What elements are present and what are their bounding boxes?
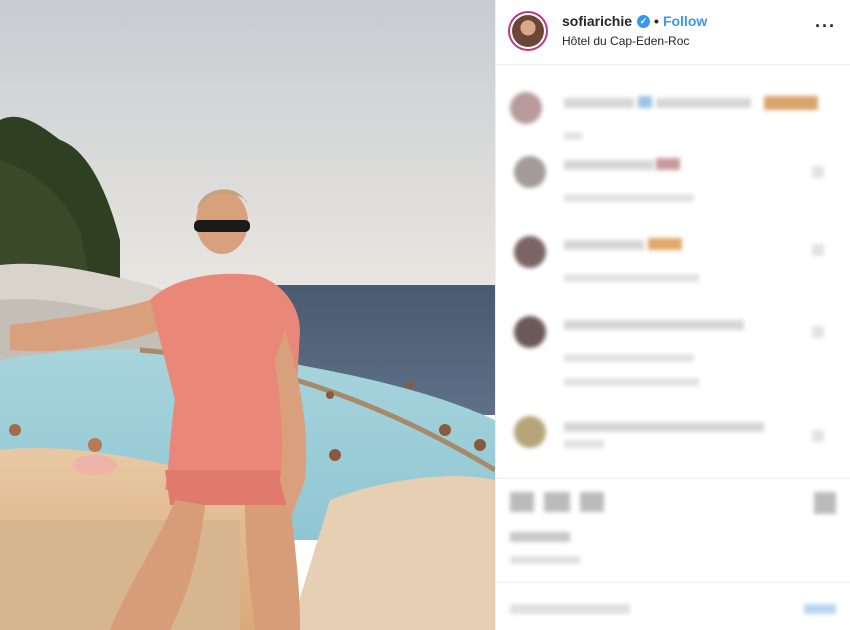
comment-text-placeholder bbox=[656, 158, 680, 170]
like-icon[interactable] bbox=[812, 244, 824, 256]
username[interactable]: sofiarichie bbox=[562, 13, 632, 29]
post-header: sofiarichie ✓ • Follow Hôtel du Cap-Eden… bbox=[496, 0, 850, 65]
comment-avatar[interactable] bbox=[514, 156, 546, 188]
comment-meta-placeholder bbox=[564, 274, 699, 282]
comment-text-placeholder bbox=[564, 240, 644, 250]
comment-meta-placeholder bbox=[564, 194, 694, 202]
avatar-image bbox=[512, 15, 544, 47]
comment-meta-placeholder bbox=[564, 378, 699, 386]
post-comment-button[interactable] bbox=[804, 604, 836, 614]
post-photo[interactable] bbox=[0, 0, 495, 630]
comment-meta-placeholder bbox=[564, 132, 582, 140]
comment-text-placeholder bbox=[648, 238, 682, 250]
comment-avatar[interactable] bbox=[514, 416, 546, 448]
comment-text-placeholder bbox=[564, 98, 634, 108]
avatar-border bbox=[510, 13, 546, 49]
comment-text-placeholder bbox=[564, 320, 744, 330]
post-sidebar: sofiarichie ✓ • Follow Hôtel du Cap-Eden… bbox=[495, 0, 850, 630]
instagram-post: sofiarichie ✓ • Follow Hôtel du Cap-Eden… bbox=[0, 0, 850, 630]
divider bbox=[496, 478, 850, 479]
likes-count[interactable] bbox=[510, 532, 570, 542]
comment-text-placeholder bbox=[564, 160, 654, 170]
comment-icon[interactable] bbox=[544, 492, 570, 512]
comment-avatar[interactable] bbox=[514, 316, 546, 348]
like-icon[interactable] bbox=[812, 166, 824, 178]
comment-input[interactable] bbox=[510, 604, 630, 614]
location-link[interactable]: Hôtel du Cap-Eden-Roc bbox=[562, 34, 689, 48]
heart-icon[interactable] bbox=[510, 492, 534, 512]
avatar[interactable] bbox=[508, 11, 548, 51]
comment-meta-placeholder bbox=[564, 354, 694, 362]
post-timestamp bbox=[510, 556, 580, 564]
share-icon[interactable] bbox=[580, 492, 604, 512]
comment-meta-placeholder bbox=[564, 440, 604, 448]
like-icon[interactable] bbox=[812, 326, 824, 338]
verified-badge-icon: ✓ bbox=[637, 14, 651, 28]
comment-text-placeholder bbox=[656, 98, 751, 108]
comment-text-placeholder bbox=[564, 422, 764, 432]
pool-photo-illustration bbox=[0, 0, 495, 630]
follow-button[interactable]: Follow bbox=[663, 13, 707, 29]
comment-text-placeholder bbox=[638, 96, 652, 108]
bookmark-icon[interactable] bbox=[814, 492, 836, 514]
comment-avatar[interactable] bbox=[510, 92, 542, 124]
divider bbox=[496, 582, 850, 583]
separator: • bbox=[654, 13, 659, 29]
username-row: sofiarichie ✓ • Follow bbox=[562, 13, 707, 29]
like-icon[interactable] bbox=[812, 430, 824, 442]
more-options-icon[interactable]: ··· bbox=[815, 16, 836, 37]
comment-avatar[interactable] bbox=[514, 236, 546, 268]
comment-text-placeholder bbox=[764, 96, 818, 110]
